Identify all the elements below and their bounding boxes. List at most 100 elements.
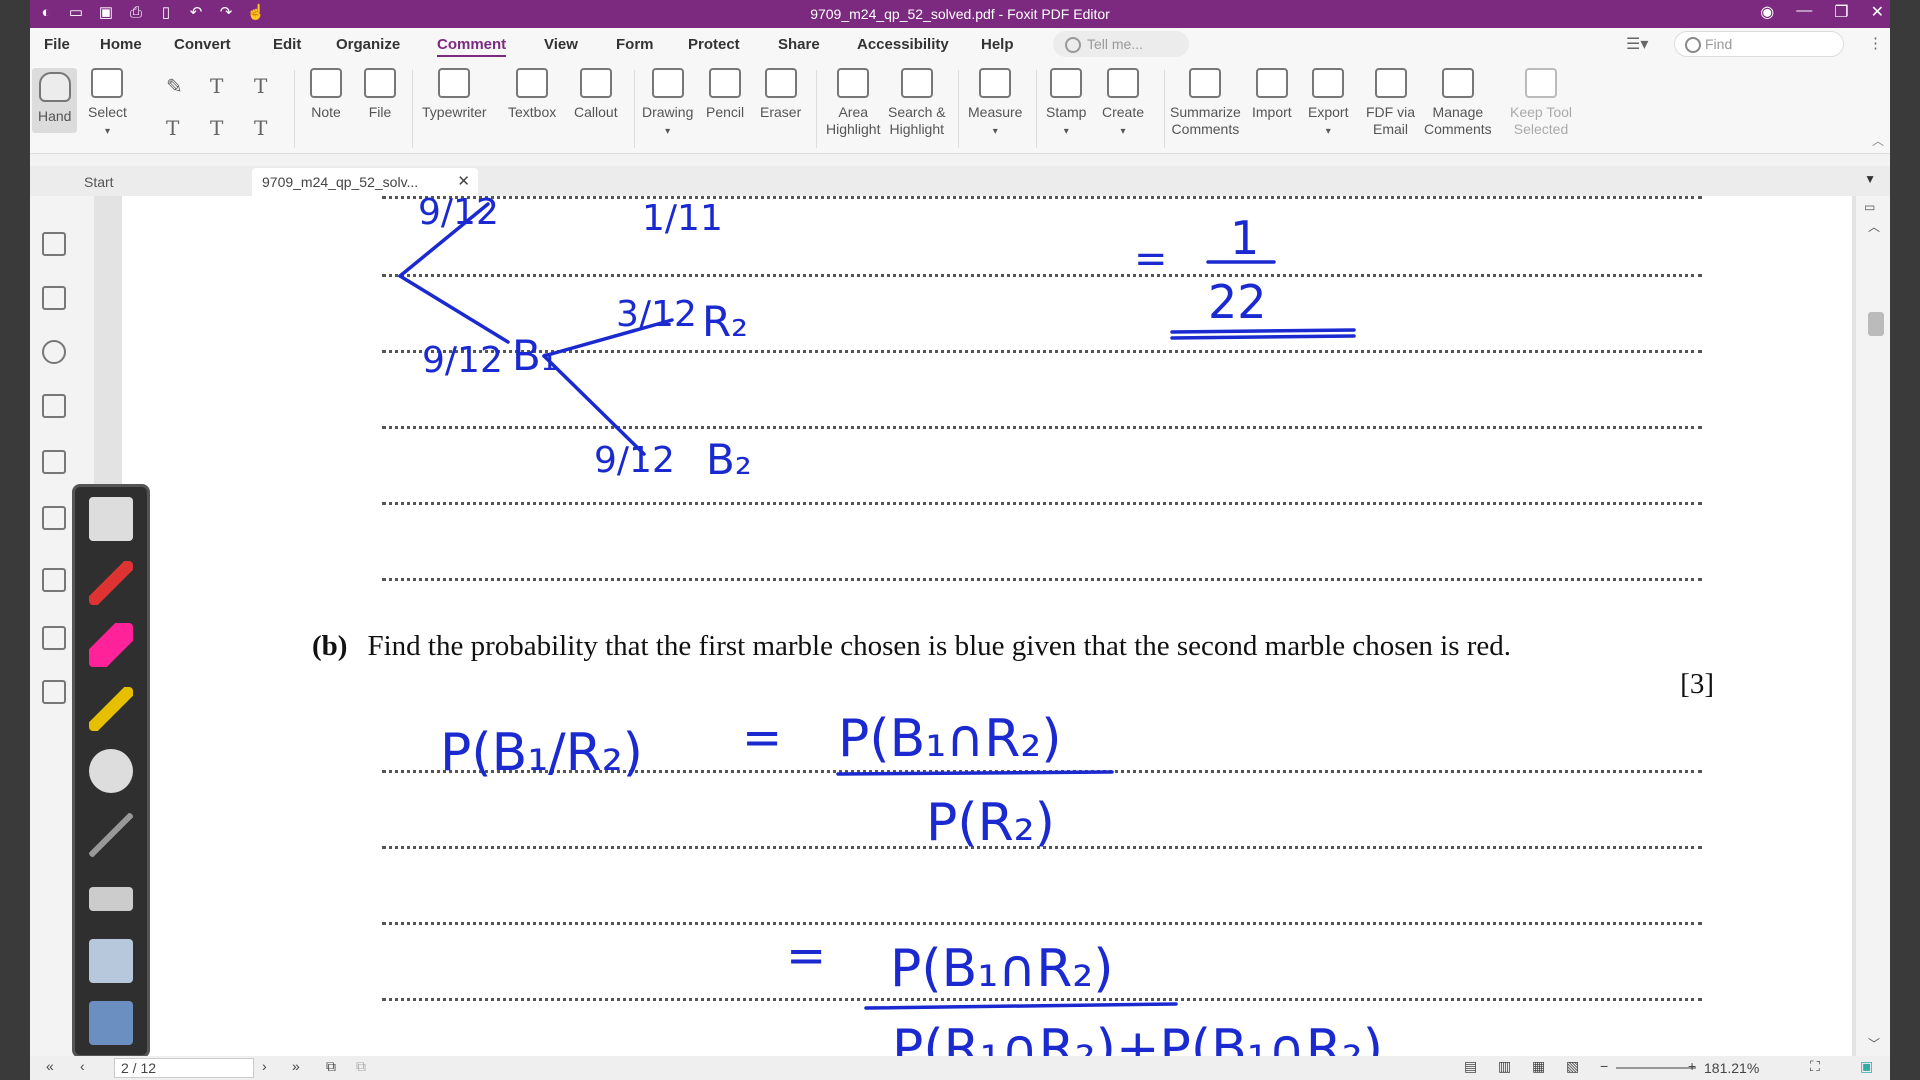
first-page-icon[interactable]: « xyxy=(46,1058,54,1074)
screen-icon[interactable] xyxy=(89,939,133,983)
select-tool-button[interactable]: Select ▾ xyxy=(88,68,127,140)
scroll-down-icon[interactable]: ﹀ xyxy=(1868,1035,1880,1052)
zoom-slider[interactable] xyxy=(1616,1067,1696,1069)
maximize-button[interactable]: ❐ xyxy=(1834,2,1848,22)
ink-b2: B₂ xyxy=(706,435,752,484)
continuous-facing-icon[interactable]: ▧ xyxy=(1566,1058,1579,1075)
security-icon[interactable] xyxy=(42,506,66,530)
strikeout-icon[interactable]: T xyxy=(254,74,267,98)
drawing-button[interactable]: Drawing ▾ xyxy=(642,68,693,140)
tab-list-icon[interactable]: ▼ xyxy=(1864,172,1876,186)
highlight-icon[interactable]: ✎ xyxy=(166,74,183,98)
menu-share[interactable]: Share xyxy=(778,36,820,53)
underline-icon[interactable]: T xyxy=(210,74,223,98)
hand-tool-button[interactable]: Hand xyxy=(32,68,78,133)
zoom-out-icon[interactable]: − xyxy=(1600,1058,1608,1074)
textbox-button[interactable]: Textbox xyxy=(508,68,556,121)
ribbon-separator xyxy=(816,70,817,148)
vertical-scrollbar[interactable]: ▭ ︿ ﹀ xyxy=(1856,196,1890,1056)
find-input[interactable]: Find xyxy=(1674,31,1844,57)
tell-me-input[interactable]: Tell me... xyxy=(1053,31,1189,57)
squiggly-icon[interactable]: T xyxy=(166,116,179,140)
typewriter-button[interactable]: Typewriter xyxy=(422,68,487,121)
prev-page-icon[interactable]: ‹ xyxy=(80,1058,85,1074)
comments-icon[interactable] xyxy=(42,340,66,364)
note-button[interactable]: Note xyxy=(310,68,342,121)
pages-icon[interactable] xyxy=(42,286,66,310)
destinations-icon[interactable] xyxy=(42,680,66,704)
callout-button[interactable]: Callout xyxy=(574,68,618,121)
menu-help[interactable]: Help xyxy=(981,36,1014,53)
page-number-input[interactable]: 2 / 12 xyxy=(114,1058,254,1078)
menu-form[interactable]: Form xyxy=(616,36,654,53)
layers-icon[interactable] xyxy=(42,394,66,418)
ribbon-separator xyxy=(294,70,295,148)
notepad-icon[interactable] xyxy=(89,497,133,541)
pointer-icon[interactable] xyxy=(89,749,133,793)
export-button[interactable]: Export ▾ xyxy=(1308,68,1348,140)
facing-icon[interactable]: ▦ xyxy=(1532,1058,1545,1075)
highlighter-icon[interactable] xyxy=(89,687,133,731)
ribbon-toolbar: Hand Select ▾ ✎ T T T T T Note File Typew… xyxy=(30,62,1890,154)
menu-view[interactable]: View xyxy=(544,36,578,53)
textbox-icon xyxy=(516,68,549,98)
menu-convert[interactable]: Convert xyxy=(174,36,231,53)
scrollbar-thumb[interactable] xyxy=(1868,312,1884,336)
more-icon[interactable]: ⋮ xyxy=(1868,34,1883,52)
scroll-up-icon[interactable]: ︿ xyxy=(1868,218,1880,235)
replace-text-icon[interactable]: T xyxy=(210,116,223,140)
laser-pen-icon[interactable] xyxy=(89,813,133,857)
close-tab-icon[interactable]: ✕ xyxy=(457,168,470,196)
desktop-icon[interactable] xyxy=(89,1001,133,1045)
import-button[interactable]: Import xyxy=(1252,68,1292,121)
keyboard-icon[interactable] xyxy=(89,887,133,911)
panel-toggle-icon[interactable]: ▣ xyxy=(1860,1058,1873,1075)
menu-home[interactable]: Home xyxy=(100,36,142,53)
single-page-icon[interactable]: ▤ xyxy=(1464,1058,1477,1075)
pencil-button[interactable]: Pencil xyxy=(706,68,744,121)
summarize-comments-button[interactable]: Summarize Comments xyxy=(1170,68,1241,138)
zoom-in-icon[interactable]: + xyxy=(1688,1058,1696,1074)
measure-button[interactable]: Measure ▾ xyxy=(968,68,1022,140)
eraser-pen-icon[interactable] xyxy=(89,623,133,667)
eraser-button[interactable]: Eraser xyxy=(760,68,801,121)
menu-protect[interactable]: Protect xyxy=(688,36,740,53)
insert-text-icon[interactable]: T xyxy=(254,116,267,140)
search-highlight-button[interactable]: Search & Highlight xyxy=(888,68,946,138)
signature-icon[interactable] xyxy=(42,626,66,650)
menu-organize[interactable]: Organize xyxy=(336,36,400,53)
continuous-icon[interactable]: ▥ xyxy=(1498,1058,1511,1075)
fdf-email-button[interactable]: FDF via Email xyxy=(1366,68,1415,138)
next-view-icon[interactable]: ⧉ xyxy=(356,1058,366,1075)
split-icon[interactable]: ▭ xyxy=(1864,200,1875,214)
next-page-icon[interactable]: › xyxy=(262,1058,267,1074)
keep-tool-selected-button[interactable]: Keep Tool Selected xyxy=(1510,68,1572,138)
file-attach-button[interactable]: File xyxy=(364,68,396,121)
select-text-icon xyxy=(91,68,124,98)
attachment-icon[interactable] xyxy=(42,450,66,474)
tab-document[interactable]: 9709_m24_qp_52_solv... ✕ xyxy=(252,168,478,196)
minimize-button[interactable]: — xyxy=(1796,2,1812,22)
stamp-button[interactable]: Stamp ▾ xyxy=(1046,68,1086,140)
menu-edit[interactable]: Edit xyxy=(273,36,301,53)
area-highlight-button[interactable]: Area Highlight xyxy=(826,68,880,138)
content-icon[interactable] xyxy=(42,568,66,592)
ink-result-den: 22 xyxy=(1208,275,1267,329)
menu-accessibility[interactable]: Accessibility xyxy=(857,36,949,53)
bookmark-icon[interactable] xyxy=(42,232,66,256)
red-pen-icon[interactable] xyxy=(89,561,133,605)
create-stamp-button[interactable]: Create ▾ xyxy=(1102,68,1144,140)
fullscreen-icon[interactable]: ⛶ xyxy=(1810,1058,1820,1075)
menu-comment[interactable]: Comment xyxy=(437,36,507,57)
layout-icon[interactable]: ☰▾ xyxy=(1626,34,1648,54)
collapse-ribbon-icon[interactable]: ︿ xyxy=(1872,132,1884,149)
document-area: (b) Find the probability that the first m… xyxy=(94,196,1856,1056)
account-icon[interactable]: ◉ xyxy=(1760,2,1774,22)
prev-view-icon[interactable]: ⧉ xyxy=(326,1058,336,1075)
title-bar: ◐ ▭ ▣ ⎙ ▯ ↶ ↷ ☝ 9709_m24_qp_52_solved.pd… xyxy=(30,0,1890,28)
last-page-icon[interactable]: » xyxy=(292,1058,300,1074)
close-button[interactable]: ✕ xyxy=(1871,2,1884,22)
zoom-level[interactable]: 181.21% xyxy=(1704,1060,1759,1076)
menu-file[interactable]: File xyxy=(44,36,70,53)
manage-comments-button[interactable]: Manage Comments xyxy=(1424,68,1492,138)
